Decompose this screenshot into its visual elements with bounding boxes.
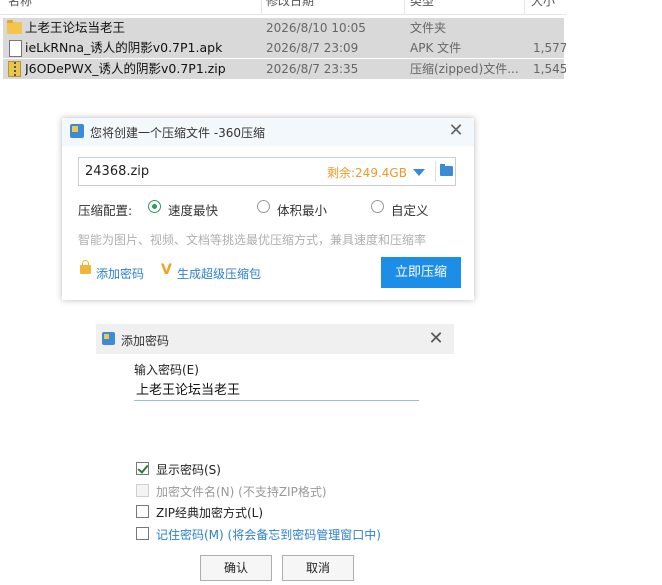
zip-classic-checkbox[interactable] bbox=[136, 505, 149, 518]
lock-icon bbox=[80, 260, 91, 274]
compress-dialog-title: 您将创建一个压缩文件 -360压缩 bbox=[90, 126, 266, 140]
browse-folder-icon[interactable] bbox=[440, 164, 453, 176]
option-smallest-label[interactable]: 体积最小 bbox=[277, 200, 327, 219]
file-list: 名称 修改日期 类型 大小 上老王论坛当老王 2026/8/10 10:05 文… bbox=[0, 0, 566, 82]
column-header-name[interactable]: 名称 bbox=[8, 0, 32, 9]
file-date: 2026/8/10 10:05 bbox=[266, 21, 366, 35]
radio-custom[interactable] bbox=[371, 200, 384, 213]
app-logo-icon bbox=[102, 332, 115, 345]
file-list-header: 名称 修改日期 类型 大小 bbox=[0, 0, 566, 15]
column-divider[interactable] bbox=[524, 0, 525, 14]
file-row[interactable]: J6ODePWX_诱人的阴影v0.7P1.zip 2026/8/7 23:35 … bbox=[3, 59, 566, 79]
add-password-dialog: 添加密码 ✕ 输入密码(E) 显示密码(S) 加密文件名(N) (不支持ZIP格… bbox=[96, 324, 454, 585]
file-name: ieLkRNna_诱人的阴影v0.7P1.apk bbox=[25, 40, 223, 55]
show-password-checkbox[interactable] bbox=[136, 462, 149, 475]
file-icon bbox=[9, 40, 22, 57]
file-row[interactable]: ieLkRNna_诱人的阴影v0.7P1.apk 2026/8/7 23:09 … bbox=[3, 38, 566, 58]
dropdown-arrow-icon[interactable] bbox=[413, 169, 425, 176]
column-divider[interactable] bbox=[404, 0, 405, 14]
column-header-size[interactable]: 大小 bbox=[531, 0, 555, 9]
file-size: 1,545 bbox=[533, 62, 566, 76]
password-dialog-title: 添加密码 bbox=[121, 334, 170, 348]
encrypt-filenames-label: 加密文件名(N) (不支持ZIP格式) bbox=[156, 485, 327, 499]
add-password-link[interactable]: 添加密码 bbox=[96, 265, 144, 282]
folder-icon bbox=[7, 20, 22, 34]
vip-v-icon: V bbox=[161, 262, 172, 278]
free-space-label: 剩余:249.4GB bbox=[327, 166, 407, 180]
output-filename[interactable]: 24368.zip bbox=[85, 164, 149, 179]
remember-password-label[interactable]: 记住密码(M) (将会备忘到密码管理窗口中) bbox=[156, 526, 381, 543]
config-label: 压缩配置: bbox=[78, 203, 133, 218]
zip-classic-label[interactable]: ZIP经典加密方式(L) bbox=[156, 504, 263, 521]
file-date: 2026/8/7 23:35 bbox=[266, 62, 359, 76]
zip-icon bbox=[8, 61, 21, 77]
output-path-field[interactable]: 24368.zip 剩余:249.4GB bbox=[78, 157, 456, 186]
file-type: 文件夹 bbox=[410, 21, 447, 35]
radio-fastest[interactable] bbox=[148, 200, 161, 213]
file-type: APK 文件 bbox=[410, 41, 462, 55]
password-dialog-titlebar[interactable]: 添加密码 ✕ bbox=[96, 324, 454, 354]
compression-hint: 智能为图片、视频、文档等挑选最优压缩方式，兼具速度和压缩率 bbox=[78, 233, 427, 247]
show-password-label[interactable]: 显示密码(S) bbox=[156, 461, 221, 478]
file-type: 压缩(zipped)文件... bbox=[410, 62, 519, 76]
ok-button[interactable]: 确认 bbox=[200, 555, 272, 581]
radio-smallest[interactable] bbox=[257, 200, 270, 213]
file-date: 2026/8/7 23:09 bbox=[266, 41, 359, 55]
file-row[interactable]: 上老王论坛当老王 2026/8/10 10:05 文件夹 bbox=[3, 18, 564, 38]
encrypt-filenames-checkbox bbox=[136, 484, 149, 497]
compress-dialog-titlebar[interactable]: 您将创建一个压缩文件 -360压缩 ✕ bbox=[62, 118, 474, 146]
file-size: 1,577 bbox=[533, 41, 566, 55]
file-size bbox=[533, 18, 566, 38]
password-input-label: 输入密码(E) bbox=[134, 363, 199, 377]
super-package-link[interactable]: 生成超级压缩包 bbox=[177, 265, 261, 282]
cancel-button[interactable]: 取消 bbox=[282, 555, 354, 581]
column-header-type[interactable]: 类型 bbox=[410, 0, 434, 9]
compress-dialog: 您将创建一个压缩文件 -360压缩 ✕ 24368.zip 剩余:249.4GB… bbox=[62, 118, 474, 300]
compress-now-button[interactable]: 立即压缩 bbox=[381, 257, 461, 288]
file-name: 上老王论坛当老王 bbox=[25, 20, 126, 35]
column-divider[interactable] bbox=[261, 0, 262, 14]
column-header-date[interactable]: 修改日期 bbox=[266, 0, 314, 9]
option-fastest-label[interactable]: 速度最快 bbox=[168, 200, 218, 219]
divider bbox=[435, 161, 436, 182]
remember-password-checkbox[interactable] bbox=[136, 527, 149, 540]
app-logo-icon bbox=[70, 124, 84, 138]
close-icon[interactable]: ✕ bbox=[426, 329, 446, 349]
close-icon[interactable]: ✕ bbox=[446, 121, 466, 141]
option-custom-label[interactable]: 自定义 bbox=[391, 200, 429, 219]
password-input[interactable] bbox=[134, 377, 419, 401]
file-name: J6ODePWX_诱人的阴影v0.7P1.zip bbox=[25, 61, 226, 76]
